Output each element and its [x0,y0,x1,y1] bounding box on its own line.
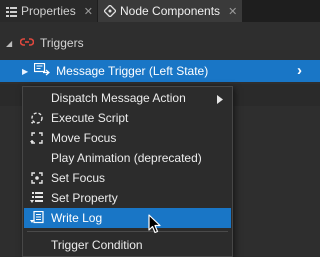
menu-item-play-animation[interactable]: Play Animation (deprecated) [24,148,231,168]
tab-properties-label: Properties [21,4,76,18]
message-trigger-icon [34,62,51,80]
menu-item-trigger-condition[interactable]: Trigger Condition [24,235,231,255]
execute-script-icon [29,110,45,126]
mouse-cursor-icon [148,214,161,234]
properties-icon [6,5,17,17]
menu-item-label: Dispatch Message Action [51,91,186,105]
menu-item-move-focus[interactable]: Move Focus [24,128,231,148]
tab-properties[interactable]: Properties ✕ [0,0,97,22]
menu-item-label: Execute Script [51,111,129,125]
menu-item-label: Set Focus [51,171,106,185]
triggers-label: Triggers [40,36,84,50]
close-icon[interactable]: ✕ [224,5,237,18]
menu-item-label: Set Property [51,191,118,205]
menu-item-dispatch-message-action[interactable]: Dispatch Message Action [24,88,231,108]
trigger-link-icon [19,36,35,51]
tab-node-components-label: Node Components [120,4,221,18]
set-property-icon [29,190,45,206]
write-log-icon [29,210,45,226]
caret-right-icon[interactable]: ▶ [22,67,28,76]
tree-item-triggers[interactable]: ◢ Triggers [0,28,320,58]
menu-item-label: Move Focus [51,131,117,145]
submenu-arrow-icon [217,93,223,107]
tree-item-message-trigger[interactable]: ▶ Message Trigger (Left State) › [0,60,320,82]
tab-node-components[interactable]: Node Components ✕ [98,0,242,22]
menu-separator [27,231,228,232]
context-menu: Dispatch Message Action Execute Script M… [22,86,233,257]
caret-down-icon[interactable]: ◢ [6,39,14,48]
tab-bar: Properties ✕ Node Components ✕ [0,0,320,22]
set-focus-icon [29,170,45,186]
close-icon[interactable]: ✕ [80,5,93,18]
menu-item-label: Play Animation (deprecated) [51,151,202,165]
move-focus-icon [29,130,45,146]
menu-item-execute-script[interactable]: Execute Script [24,108,231,128]
menu-item-label: Write Log [51,211,103,225]
message-trigger-label: Message Trigger (Left State) [56,64,209,78]
node-components-icon [104,5,116,17]
chevron-right-icon[interactable]: › [297,62,302,79]
menu-item-set-property[interactable]: Set Property [24,188,231,208]
menu-item-write-log[interactable]: Write Log [24,208,231,228]
menu-item-set-focus[interactable]: Set Focus [24,168,231,188]
menu-item-label: Trigger Condition [51,238,143,252]
